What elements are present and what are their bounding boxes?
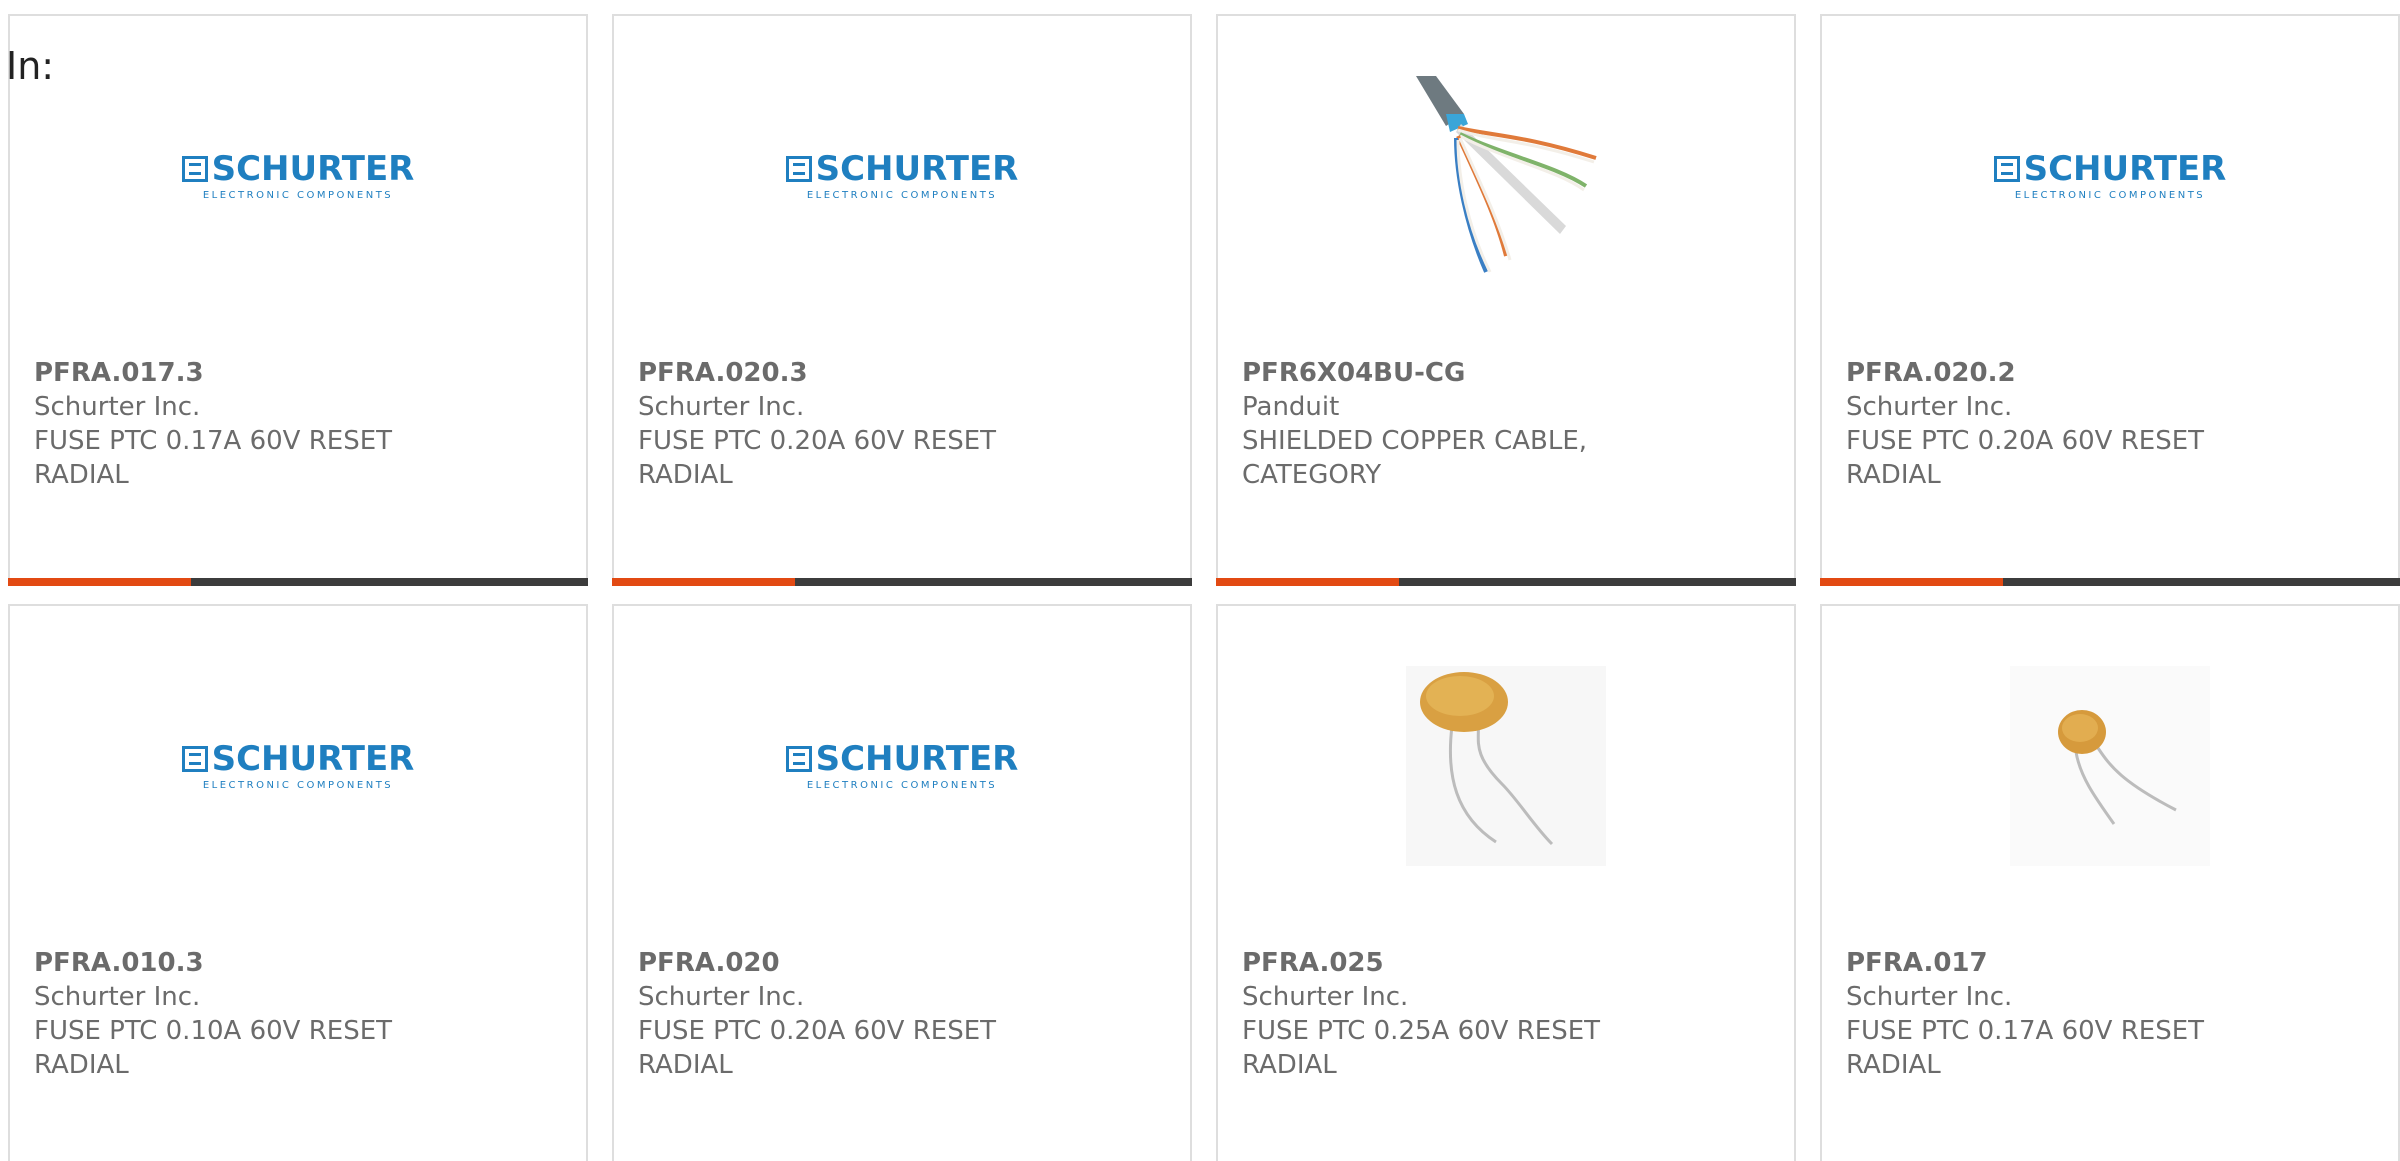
description: SHIELDED COPPER CABLE, CATEGORY bbox=[1242, 426, 1588, 490]
card-footer-accent bbox=[8, 578, 191, 586]
part-number[interactable]: PFR6X04BU-CG bbox=[1242, 356, 1770, 390]
logo-tagline: ELECTRONIC COMPONENTS bbox=[202, 189, 394, 201]
product-card[interactable]: SCHURTER ELECTRONIC COMPONENTS PFRA.020.… bbox=[612, 14, 1192, 586]
part-number[interactable]: PFRA.010.3 bbox=[34, 946, 562, 980]
manufacturer: Schurter Inc. bbox=[34, 392, 201, 422]
logo-name: SCHURTER bbox=[211, 148, 415, 189]
description: FUSE PTC 0.17A 60V RESET RADIAL bbox=[34, 426, 393, 490]
product-card[interactable]: SCHURTER ELECTRONIC COMPONENTS PFRA.020 … bbox=[612, 604, 1192, 1161]
product-image bbox=[1218, 66, 1794, 286]
schurter-logo: SCHURTER ELECTRONIC COMPONENTS bbox=[785, 148, 1019, 201]
logo-tagline: ELECTRONIC COMPONENTS bbox=[806, 779, 998, 791]
logo-tagline: ELECTRONIC COMPONENTS bbox=[806, 189, 998, 201]
product-card[interactable]: PFRA.025 Schurter Inc. FUSE PTC 0.25A 60… bbox=[1216, 604, 1796, 1161]
part-number[interactable]: PFRA.025 bbox=[1242, 946, 1770, 980]
cable-photo bbox=[1416, 76, 1597, 273]
manufacturer: Schurter Inc. bbox=[638, 392, 805, 422]
logo-name: SCHURTER bbox=[211, 738, 415, 779]
card-footer-accent bbox=[612, 578, 795, 586]
description: FUSE PTC 0.20A 60V RESET RADIAL bbox=[1846, 426, 2205, 490]
product-image: SCHURTER ELECTRONIC COMPONENTS bbox=[10, 66, 586, 286]
logo-tagline: ELECTRONIC COMPONENTS bbox=[202, 779, 394, 791]
product-results-page: In: SCHURTER ELECTRONIC COMPONENTS PFRA.… bbox=[0, 0, 2400, 1161]
description: FUSE PTC 0.10A 60V RESET RADIAL bbox=[34, 1016, 393, 1080]
description: FUSE PTC 0.20A 60V RESET RADIAL bbox=[638, 426, 997, 490]
product-image: SCHURTER ELECTRONIC COMPONENTS bbox=[614, 656, 1190, 876]
card-footer-bar bbox=[612, 578, 1192, 586]
ptc-fuse-photo bbox=[1406, 666, 1606, 866]
product-card[interactable]: SCHURTER ELECTRONIC COMPONENTS PFRA.017.… bbox=[8, 14, 588, 586]
schurter-logo: SCHURTER ELECTRONIC COMPONENTS bbox=[785, 738, 1019, 791]
product-grid: SCHURTER ELECTRONIC COMPONENTS PFRA.017.… bbox=[8, 14, 2400, 1161]
card-footer-accent bbox=[1820, 578, 2003, 586]
logo-name: SCHURTER bbox=[2023, 148, 2227, 189]
description: FUSE PTC 0.17A 60V RESET RADIAL bbox=[1846, 1016, 2205, 1080]
schurter-s-icon bbox=[181, 745, 208, 772]
logo-name: SCHURTER bbox=[815, 148, 1019, 189]
part-number[interactable]: PFRA.020.2 bbox=[1846, 356, 2374, 390]
product-image bbox=[1822, 656, 2398, 876]
schurter-s-icon bbox=[785, 155, 812, 182]
logo-name: SCHURTER bbox=[815, 738, 1019, 779]
description: FUSE PTC 0.20A 60V RESET RADIAL bbox=[638, 1016, 997, 1080]
schurter-logo: SCHURTER ELECTRONIC COMPONENTS bbox=[1993, 148, 2227, 201]
product-card[interactable]: SCHURTER ELECTRONIC COMPONENTS PFRA.010.… bbox=[8, 604, 588, 1161]
product-card[interactable]: PFR6X04BU-CG Panduit SHIELDED COPPER CAB… bbox=[1216, 14, 1796, 586]
part-number[interactable]: PFRA.020 bbox=[638, 946, 1166, 980]
product-image: SCHURTER ELECTRONIC COMPONENTS bbox=[1822, 66, 2398, 286]
logo-tagline: ELECTRONIC COMPONENTS bbox=[2014, 189, 2206, 201]
part-number[interactable]: PFRA.017.3 bbox=[34, 356, 562, 390]
manufacturer: Schurter Inc. bbox=[34, 982, 201, 1012]
schurter-s-icon bbox=[785, 745, 812, 772]
card-footer-accent bbox=[1216, 578, 1399, 586]
schurter-s-icon bbox=[1993, 155, 2020, 182]
manufacturer: Schurter Inc. bbox=[1846, 982, 2013, 1012]
description: FUSE PTC 0.25A 60V RESET RADIAL bbox=[1242, 1016, 1601, 1080]
product-image bbox=[1218, 656, 1794, 876]
schurter-logo: SCHURTER ELECTRONIC COMPONENTS bbox=[181, 148, 415, 201]
card-footer-bar bbox=[1820, 578, 2400, 586]
in-label: In: bbox=[6, 44, 55, 88]
manufacturer: Schurter Inc. bbox=[1846, 392, 2013, 422]
product-card[interactable]: SCHURTER ELECTRONIC COMPONENTS PFRA.020.… bbox=[1820, 14, 2400, 586]
ptc-fuse-photo bbox=[2010, 666, 2210, 866]
manufacturer: Schurter Inc. bbox=[638, 982, 805, 1012]
schurter-logo: SCHURTER ELECTRONIC COMPONENTS bbox=[181, 738, 415, 791]
part-number[interactable]: PFRA.020.3 bbox=[638, 356, 1166, 390]
manufacturer: Schurter Inc. bbox=[1242, 982, 1409, 1012]
product-image: SCHURTER ELECTRONIC COMPONENTS bbox=[614, 66, 1190, 286]
schurter-s-icon bbox=[181, 155, 208, 182]
product-card[interactable]: PFRA.017 Schurter Inc. FUSE PTC 0.17A 60… bbox=[1820, 604, 2400, 1161]
product-image: SCHURTER ELECTRONIC COMPONENTS bbox=[10, 656, 586, 876]
manufacturer: Panduit bbox=[1242, 392, 1340, 422]
card-footer-bar bbox=[1216, 578, 1796, 586]
part-number[interactable]: PFRA.017 bbox=[1846, 946, 2374, 980]
card-footer-bar bbox=[8, 578, 588, 586]
